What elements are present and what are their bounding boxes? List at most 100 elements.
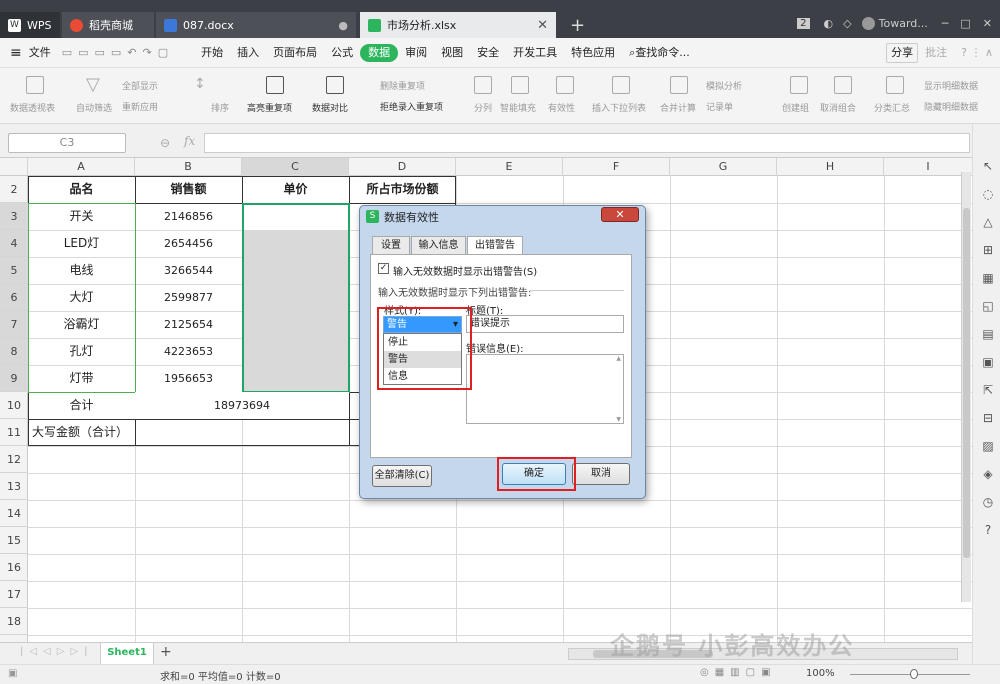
- row-header[interactable]: 7: [0, 311, 28, 338]
- row-header[interactable]: 16: [0, 554, 28, 581]
- column-header-c[interactable]: C: [242, 158, 349, 176]
- clear-all-button[interactable]: 全部清除(C): [372, 465, 432, 487]
- new-tab-button[interactable]: +: [562, 12, 593, 38]
- fx-icon[interactable]: fx: [184, 134, 195, 148]
- more-icon[interactable]: ? ⋮ ∧: [954, 44, 1000, 62]
- cell-sales[interactable]: 2125654: [135, 311, 242, 338]
- menu-security[interactable]: 安全: [470, 44, 506, 62]
- maximize-icon[interactable]: □: [960, 17, 970, 30]
- menu-page-layout[interactable]: 页面布局: [266, 44, 324, 62]
- ribbon-subtotal[interactable]: 分类汇总: [874, 101, 910, 114]
- split-column-icon[interactable]: [474, 76, 492, 94]
- ribbon-hide-detail[interactable]: 隐藏明细数据: [924, 100, 978, 113]
- view-mode-icons[interactable]: ◎▦▥▢▣: [700, 667, 777, 678]
- ribbon-ungroup[interactable]: 取消组合: [820, 101, 856, 114]
- row-header[interactable]: 15: [0, 527, 28, 554]
- cell-product[interactable]: 孔灯: [28, 338, 135, 365]
- select-all-corner[interactable]: [0, 158, 28, 176]
- row-header[interactable]: 5: [0, 257, 28, 284]
- validity-icon[interactable]: [556, 76, 574, 94]
- user-name[interactable]: Toward...: [879, 17, 928, 30]
- zoom-level[interactable]: 100%: [806, 668, 835, 679]
- cell-sales[interactable]: 2599877: [135, 284, 242, 311]
- menu-special[interactable]: 特色应用: [564, 44, 622, 62]
- filter-icon[interactable]: ▽: [86, 74, 100, 95]
- scroll-up-icon[interactable]: ▲: [616, 355, 621, 362]
- row-header[interactable]: 13: [0, 473, 28, 500]
- ribbon-sort[interactable]: 排序: [211, 101, 229, 114]
- menu-insert[interactable]: 插入: [230, 44, 266, 62]
- header-sales[interactable]: 销售额: [135, 176, 242, 203]
- row-header[interactable]: 18: [0, 608, 28, 635]
- header-unit-price[interactable]: 单价: [242, 176, 349, 203]
- ribbon-reapply[interactable]: 重新应用: [122, 100, 158, 113]
- header-product[interactable]: 品名: [28, 176, 135, 203]
- data-compare-icon[interactable]: [326, 76, 344, 94]
- dropdown-list-icon[interactable]: [612, 76, 630, 94]
- row-header[interactable]: 10: [0, 392, 28, 419]
- ribbon-consolidate[interactable]: 合并计算: [660, 101, 696, 114]
- cell-sales[interactable]: 2146856: [135, 203, 242, 230]
- ribbon-show-all[interactable]: 全部显示: [122, 79, 158, 92]
- formula-input[interactable]: [204, 133, 970, 153]
- ungroup-icon[interactable]: [834, 76, 852, 94]
- column-header-a[interactable]: A: [28, 158, 135, 176]
- comment-button[interactable]: 批注: [918, 44, 954, 62]
- cell-product[interactable]: 灯带: [28, 365, 135, 392]
- zoom-search-icon[interactable]: ⊖: [160, 136, 170, 150]
- dialog-tab-input-info[interactable]: 输入信息: [411, 236, 466, 255]
- tab-doc[interactable]: 087.docx ●: [156, 12, 356, 38]
- sheet-nav-arrows[interactable]: |◁◁▷▷|: [20, 646, 94, 657]
- row-header[interactable]: 2: [0, 176, 28, 203]
- cell-product[interactable]: 电线: [28, 257, 135, 284]
- cell-caps-label[interactable]: 大写金额（合计）: [28, 419, 135, 446]
- avatar[interactable]: [861, 16, 875, 30]
- add-sheet-button[interactable]: +: [160, 644, 172, 660]
- row-header[interactable]: 8: [0, 338, 28, 365]
- cancel-button[interactable]: 取消: [572, 463, 630, 485]
- dialog-tab-error-alert[interactable]: 出错警告: [467, 236, 523, 256]
- create-group-icon[interactable]: [790, 76, 808, 94]
- quick-access-icons[interactable]: ▭▭▭▭↶↷▢: [62, 46, 174, 59]
- share-button[interactable]: 分享: [886, 42, 919, 63]
- tab-shop[interactable]: 稻壳商城: [62, 12, 154, 38]
- column-header-b[interactable]: B: [135, 158, 242, 176]
- cell-sales[interactable]: 3266544: [135, 257, 242, 284]
- row-header[interactable]: 14: [0, 500, 28, 527]
- row-header[interactable]: 6: [0, 284, 28, 311]
- ribbon-data-compare[interactable]: 数据对比: [312, 101, 348, 114]
- command-search[interactable]: ⌕查找命令...: [622, 44, 697, 62]
- vertical-scrollbar[interactable]: [961, 172, 971, 602]
- consolidate-icon[interactable]: [670, 76, 688, 94]
- cell-product[interactable]: 开关: [28, 203, 135, 230]
- sort-icon[interactable]: ↕: [194, 76, 206, 92]
- ribbon-create-group[interactable]: 创建组: [782, 101, 809, 114]
- column-header-i[interactable]: I: [884, 158, 972, 176]
- smart-fill-icon[interactable]: [511, 76, 529, 94]
- column-header-d[interactable]: D: [349, 158, 456, 176]
- ribbon-insert-dropdown[interactable]: 插入下拉列表: [592, 101, 646, 114]
- close-icon[interactable]: ●: [338, 19, 348, 32]
- close-icon[interactable]: ✕: [537, 18, 548, 33]
- name-box[interactable]: C3: [8, 133, 126, 153]
- row-header[interactable]: 11: [0, 419, 28, 446]
- dialog-tab-settings[interactable]: 设置: [372, 236, 410, 255]
- cell-product[interactable]: LED灯: [28, 230, 135, 257]
- header-market-share[interactable]: 所占市场份额: [349, 176, 456, 203]
- highlight-duplicates-icon[interactable]: [266, 76, 284, 94]
- column-header-h[interactable]: H: [777, 158, 884, 176]
- skin-icon[interactable]: ◐: [824, 17, 834, 30]
- title-input[interactable]: 错误提示: [466, 315, 624, 333]
- scroll-down-icon[interactable]: ▼: [616, 416, 621, 423]
- close-window-icon[interactable]: ✕: [983, 17, 992, 30]
- row-header[interactable]: 9: [0, 365, 28, 392]
- shirt-icon[interactable]: ◇: [843, 17, 851, 30]
- ribbon-validity[interactable]: 有效性: [548, 101, 575, 114]
- hamburger-icon[interactable]: ≡: [10, 45, 22, 61]
- minimize-icon[interactable]: ─: [942, 17, 949, 30]
- side-tool-icons[interactable]: ↖ ◌ △ ⊞ ▦ ◱ ▤ ▣ ⇱ ⊟ ▨ ◈ ◷?: [981, 152, 995, 544]
- tab-xls[interactable]: 市场分析.xlsx ✕: [360, 12, 556, 38]
- ribbon-highlight-dup[interactable]: 高亮重复项: [247, 101, 292, 114]
- row-header[interactable]: 3: [0, 203, 28, 230]
- column-header-g[interactable]: G: [670, 158, 777, 176]
